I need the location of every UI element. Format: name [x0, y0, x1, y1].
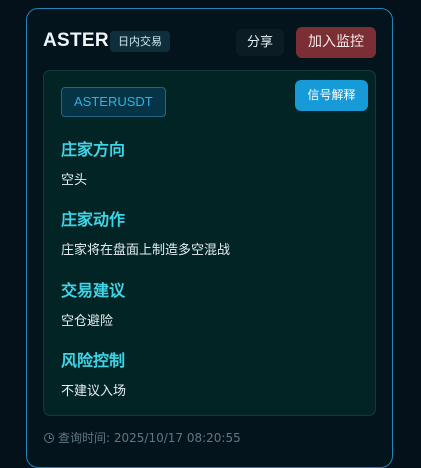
section-title-risk: 风险控制: [61, 351, 126, 370]
section-title-action: 庄家动作: [61, 210, 126, 229]
query-time: 查询时间: 2025/10/17 08:20:55: [44, 429, 241, 446]
asset-name: ASTER: [43, 30, 109, 51]
signal-card: ASTER 日内交易 分享 加入监控 ASTERUSDT 信号解释 庄家方向 空…: [26, 8, 393, 468]
signal-explain-button[interactable]: 信号解释: [295, 80, 368, 111]
clock-icon: [44, 433, 54, 443]
trade-mode-tag: 日内交易: [110, 31, 170, 52]
symbol-chip: ASTERUSDT: [61, 87, 166, 117]
section-value-direction: 空头: [61, 173, 88, 188]
section-value-risk: 不建议入场: [61, 384, 127, 399]
add-to-monitor-button[interactable]: 加入监控: [296, 27, 376, 58]
card-header: ASTER 日内交易 分享 加入监控: [43, 27, 376, 61]
section-title-advice: 交易建议: [61, 281, 126, 300]
section-value-advice: 空仓避险: [61, 314, 114, 329]
query-time-text: 查询时间: 2025/10/17 08:20:55: [58, 431, 241, 445]
section-title-direction: 庄家方向: [61, 140, 126, 159]
section-value-action: 庄家将在盘面上制造多空混战: [61, 243, 231, 258]
signal-panel: ASTERUSDT 信号解释 庄家方向 空头 庄家动作 庄家将在盘面上制造多空混…: [43, 70, 376, 416]
share-button[interactable]: 分享: [236, 29, 284, 56]
